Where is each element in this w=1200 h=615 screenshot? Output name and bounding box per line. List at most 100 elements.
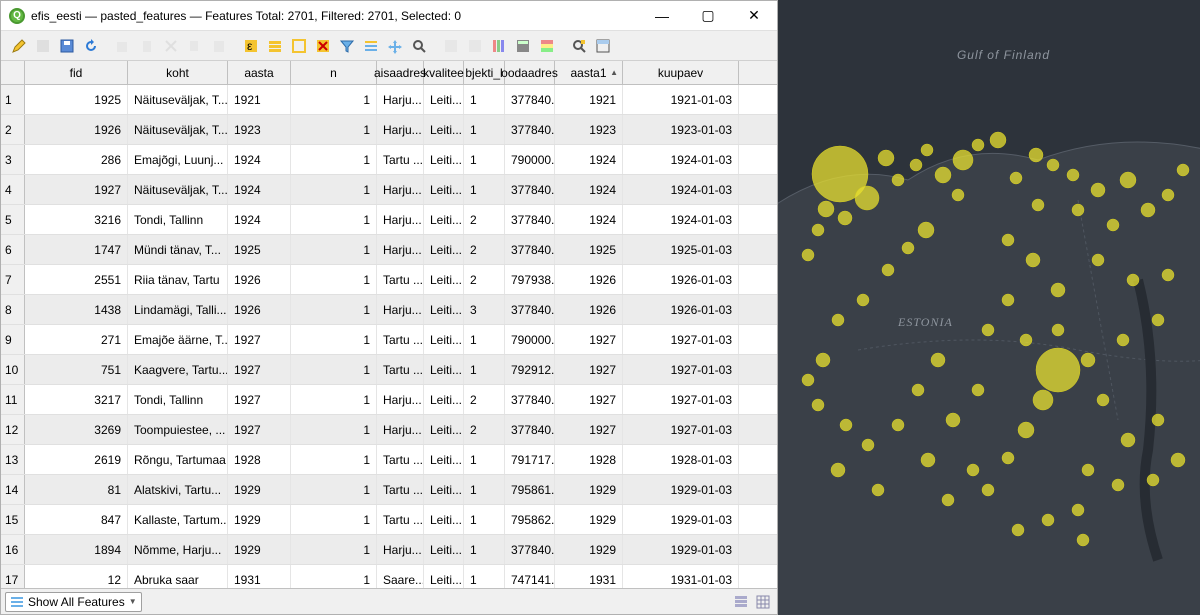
column-header-aasta[interactable]: aasta [228,61,291,84]
cell-obj[interactable]: 1 [464,355,505,384]
cell-aasta[interactable]: 1924 [228,175,291,204]
cell-fid[interactable]: 751 [25,355,128,384]
column-header-fid[interactable]: fid [25,61,128,84]
cell-n[interactable]: 1 [291,325,377,354]
cell-koda[interactable]: 795861... [505,475,555,504]
cell-aisa[interactable]: Tartu ... [377,145,424,174]
form-view-icon[interactable] [731,592,751,612]
table-row[interactable]: 113217Tondi, Tallinn19271Harju...Leiti..… [1,385,777,415]
cell-aasta[interactable]: 1925 [228,235,291,264]
cell-kval[interactable]: Leiti... [424,505,464,534]
cell-kuup[interactable]: 1927-01-03 [623,325,739,354]
cell-kval[interactable]: Leiti... [424,295,464,324]
cell-aisa[interactable]: Harju... [377,115,424,144]
cell-n[interactable]: 1 [291,205,377,234]
cell-n[interactable]: 1 [291,475,377,504]
table-row[interactable]: 123269Toompuiestee, ...19271Harju...Leit… [1,415,777,445]
cell-fid[interactable]: 271 [25,325,128,354]
cell-obj[interactable]: 1 [464,445,505,474]
cell-aasta[interactable]: 1927 [228,325,291,354]
cell-aisa[interactable]: Harju... [377,235,424,264]
cell-n[interactable]: 1 [291,445,377,474]
table-row[interactable]: 61747Mündi tänav, T...19251Harju...Leiti… [1,235,777,265]
table-row[interactable]: 21926Näituseväljak, T...19231Harju...Lei… [1,115,777,145]
cell-obj[interactable]: 2 [464,235,505,264]
cell-koda[interactable]: 790000... [505,145,555,174]
cell-koht[interactable]: Emajõe äärne, T... [128,325,228,354]
column-header-obj[interactable]: bjekti_l [464,61,505,84]
cell-koda[interactable]: 377840... [505,535,555,564]
cell-aisa[interactable]: Harju... [377,85,424,114]
cell-kuup[interactable]: 1924-01-03 [623,175,739,204]
cell-obj[interactable]: 1 [464,475,505,504]
cell-a1[interactable]: 1925 [555,235,623,264]
cell-kval[interactable]: Leiti... [424,385,464,414]
cell-obj[interactable]: 1 [464,175,505,204]
zoom-selected-icon[interactable] [408,35,430,57]
cell-aasta[interactable]: 1927 [228,355,291,384]
table-row[interactable]: 9271Emajõe äärne, T...19271Tartu ...Leit… [1,325,777,355]
pan-selected-icon[interactable] [384,35,406,57]
column-header-koht[interactable]: koht [128,61,228,84]
cell-fid[interactable]: 1747 [25,235,128,264]
cell-aasta[interactable]: 1929 [228,535,291,564]
table-row[interactable]: 15847Kallaste, Tartum...19291Tartu ...Le… [1,505,777,535]
cell-n[interactable]: 1 [291,385,377,414]
cell-a1[interactable]: 1928 [555,445,623,474]
cell-kval[interactable]: Leiti... [424,145,464,174]
cell-a1[interactable]: 1923 [555,115,623,144]
cell-koda[interactable]: 377840... [505,385,555,414]
cell-kval[interactable]: Leiti... [424,355,464,384]
row-number[interactable]: 16 [1,535,25,564]
cell-koda[interactable]: 797938... [505,265,555,294]
cell-kval[interactable]: Leiti... [424,85,464,114]
table-row[interactable]: 53216Tondi, Tallinn19241Harju...Leiti...… [1,205,777,235]
row-number[interactable]: 12 [1,415,25,444]
cell-koda[interactable]: 792912... [505,355,555,384]
row-number[interactable]: 1 [1,85,25,114]
cell-obj[interactable]: 2 [464,265,505,294]
cell-koda[interactable]: 377840... [505,175,555,204]
row-number[interactable]: 10 [1,355,25,384]
close-button[interactable]: ✕ [731,1,777,31]
cell-aisa[interactable]: Tartu ... [377,505,424,534]
dock-icon[interactable] [592,35,614,57]
cell-aasta[interactable]: 1923 [228,115,291,144]
row-number[interactable]: 8 [1,295,25,324]
table-view-icon[interactable] [753,592,773,612]
table-row[interactable]: 1481Alatskivi, Tartu...19291Tartu ...Lei… [1,475,777,505]
row-number[interactable]: 14 [1,475,25,504]
cell-aisa[interactable]: Harju... [377,415,424,444]
cell-obj[interactable]: 3 [464,295,505,324]
cell-a1[interactable]: 1921 [555,85,623,114]
table-row[interactable]: 132619Rõngu, Tartumaa19281Tartu ...Leiti… [1,445,777,475]
cell-fid[interactable]: 1438 [25,295,128,324]
cell-n[interactable]: 1 [291,115,377,144]
move-top-icon[interactable] [360,35,382,57]
cell-kuup[interactable]: 1925-01-03 [623,235,739,264]
cell-aasta[interactable]: 1921 [228,85,291,114]
cell-n[interactable]: 1 [291,295,377,324]
cell-a1[interactable]: 1927 [555,385,623,414]
edit-pencil-icon[interactable] [8,35,30,57]
cell-obj[interactable]: 1 [464,565,505,588]
column-header-kuup[interactable]: kuupaev [623,61,739,84]
row-number[interactable]: 4 [1,175,25,204]
cell-n[interactable]: 1 [291,235,377,264]
cell-a1[interactable]: 1929 [555,505,623,534]
cell-obj[interactable]: 2 [464,205,505,234]
cell-koda[interactable]: 377840... [505,205,555,234]
column-header-koda[interactable]: oodaadres [505,61,555,84]
cell-a1[interactable]: 1927 [555,415,623,444]
minimize-button[interactable]: — [639,1,685,31]
select-all-icon[interactable] [264,35,286,57]
cell-kval[interactable]: Leiti... [424,475,464,504]
cell-kuup[interactable]: 1921-01-03 [623,85,739,114]
maximize-button[interactable]: ▢ [685,1,731,31]
table-row[interactable]: 72551Riia tänav, Tartu19261Tartu ...Leit… [1,265,777,295]
cell-kuup[interactable]: 1926-01-03 [623,265,739,294]
cell-kval[interactable]: Leiti... [424,265,464,294]
cell-koht[interactable]: Näituseväljak, T... [128,85,228,114]
cell-aasta[interactable]: 1924 [228,145,291,174]
filter-icon[interactable] [336,35,358,57]
